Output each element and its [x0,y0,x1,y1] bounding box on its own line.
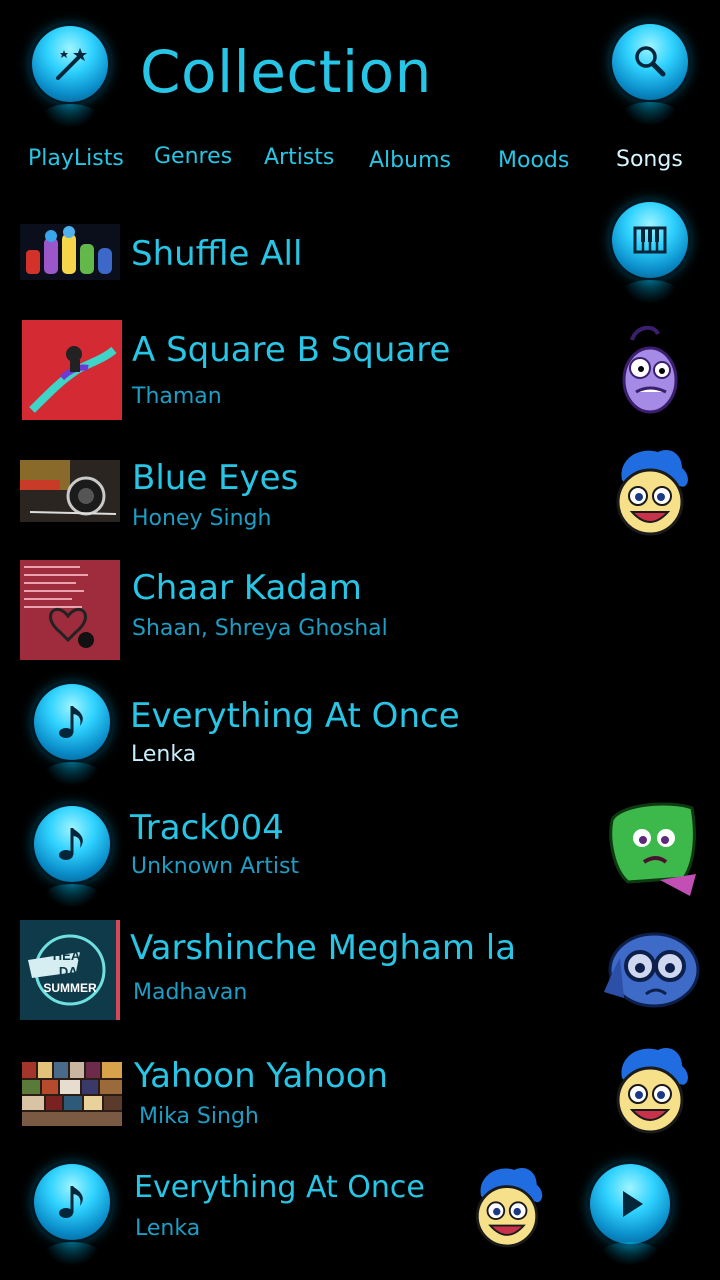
joy-mood-icon[interactable] [608,1044,692,1136]
music-note-icon [59,828,83,860]
tab-songs[interactable]: Songs [616,147,683,172]
search-icon [635,46,666,77]
fear-mood-icon[interactable] [610,320,690,420]
shuffle-all-label: Shuffle All [131,234,303,274]
now-playing-note [34,1164,110,1266]
tab-albums[interactable]: Albums [369,148,451,173]
song-artist: Madhavan [133,980,248,1005]
joy-mood-icon[interactable] [468,1162,546,1252]
song-row[interactable]: HEAT DAY SUMMER Varshinche Megham la Mad… [0,918,720,1028]
tab-artists[interactable]: Artists [264,145,334,170]
album-art [20,460,120,522]
shuffle-all-row[interactable]: Shuffle All [0,200,720,310]
album-art [20,560,120,660]
art-heat-text: HEAT [53,948,87,963]
tab-genres[interactable]: Genres [154,144,232,169]
music-note-button [34,684,110,786]
now-playing-bar[interactable]: Everything At Once Lenka [0,1156,720,1280]
song-artist: Honey Singh [132,506,272,531]
song-artist: Lenka [131,742,197,767]
disgust-mood-icon[interactable] [600,800,702,900]
tab-playlists[interactable]: PlayLists [28,146,124,171]
song-row[interactable]: A Square B Square Thaman [0,318,720,428]
joy-mood-icon[interactable] [608,446,692,538]
music-note-icon [59,1186,83,1218]
song-artist: Shaan, Shreya Ghoshal [132,616,388,641]
song-row[interactable]: Chaar Kadam Shaan, Shreya Ghoshal [0,558,720,668]
song-title: Yahoon Yahoon [134,1056,389,1096]
shuffle-art [20,224,120,280]
song-artist: Unknown Artist [131,854,300,879]
song-title: Varshinche Megham la [130,928,517,968]
song-row[interactable]: Track004 Unknown Artist [0,796,720,908]
piano-icon [633,226,667,254]
magic-wand-icon [56,48,87,80]
piano-button[interactable] [612,202,688,304]
album-art [22,1062,122,1126]
music-note-icon [59,706,83,738]
music-note-button [34,806,110,908]
song-title: Blue Eyes [132,458,299,498]
sadness-mood-icon[interactable] [600,928,704,1012]
art-day-text: DAY [59,964,86,979]
song-row[interactable]: Yahoon Yahoon Mika Singh [0,1040,720,1150]
play-button[interactable] [590,1164,670,1266]
page-title: Collection [140,38,432,106]
song-title: A Square B Square [132,330,451,370]
song-title: Track004 [130,808,284,848]
magic-wand-button[interactable] [32,26,108,128]
art-summer-text: SUMMER [43,981,97,995]
album-art [22,320,122,420]
song-artist: Mika Singh [139,1104,259,1129]
album-art: HEAT DAY SUMMER [20,920,120,1020]
song-title: Everything At Once [130,696,460,736]
tab-moods[interactable]: Moods [498,148,569,173]
play-icon [623,1191,643,1217]
song-row[interactable]: Everything At Once Lenka [0,680,720,790]
now-playing-title: Everything At Once [134,1170,425,1205]
search-button[interactable] [612,24,688,126]
collection-page: Collection PlayLists Genres Artists Albu… [0,0,720,1280]
song-artist: Thaman [132,384,222,409]
now-playing-artist: Lenka [135,1216,201,1241]
tab-bar: PlayLists Genres Artists Albums Moods So… [0,144,720,182]
song-title: Chaar Kadam [132,568,362,608]
song-row[interactable]: Blue Eyes Honey Singh [0,446,720,556]
